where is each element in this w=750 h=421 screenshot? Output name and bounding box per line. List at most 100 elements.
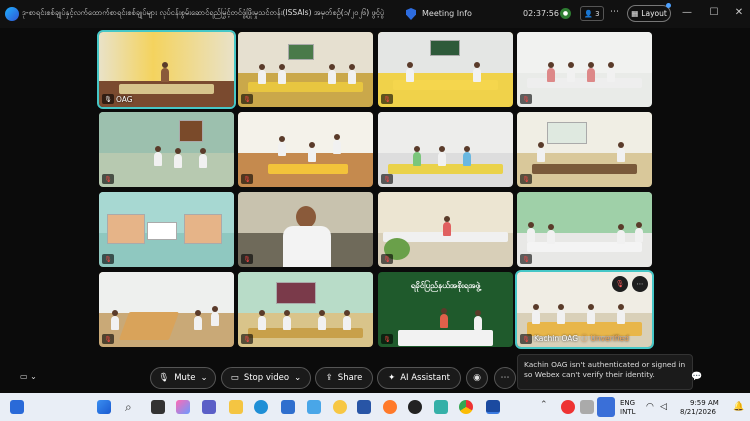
muted-microphone-icon: 🎙 [102, 254, 114, 264]
maximize-button[interactable]: ☐ [707, 7, 721, 18]
tray-icon[interactable] [580, 400, 594, 414]
word-icon[interactable] [357, 400, 371, 414]
minimize-button[interactable]: — [680, 7, 694, 18]
participant-name-row: Kachin OAG ⓘ Unverified [534, 333, 629, 344]
camera-icon: ▭ [230, 373, 239, 383]
video-tile[interactable]: 🎙 [517, 192, 652, 267]
muted-microphone-icon: 🎙 [520, 94, 532, 104]
muted-microphone-icon: 🎙 [241, 254, 253, 264]
video-tile[interactable]: 🎙 [99, 192, 234, 267]
app-icon[interactable] [434, 400, 448, 414]
more-options-icon[interactable]: ⋯ [632, 276, 648, 292]
muted-microphone-icon: 🎙 [520, 254, 532, 264]
volume-icon[interactable]: ◁ [660, 402, 667, 412]
recording-icon[interactable]: ● [560, 8, 571, 19]
title-bar: ဒု-စာရင်းစစ်ချုပ်နှင့်လက်ထောက်စာရင်းစစ်ခ… [0, 0, 750, 28]
chevron-down-icon[interactable]: ⌄ [294, 373, 301, 383]
ai-assistant-button[interactable]: ✦ AI Assistant [377, 367, 461, 389]
taskbar: ⌕ ⌃ ENG INTL ◠ ◁ 9:59 AM 8/21/2026 🔔 [0, 393, 750, 421]
ai-assistant-label: AI Assistant [400, 373, 450, 383]
video-tile[interactable]: 🎙 [378, 192, 513, 267]
meeting-controls: ▭ ⌄ 🎙 Mute ⌄ ▭ Stop video ⌄ ⇪ Share ✦ AI… [0, 363, 750, 393]
muted-microphone-icon: 🎙 [381, 94, 393, 104]
layout-label: Layout [641, 9, 667, 18]
unverified-label: Unverified [590, 334, 629, 343]
language-variant[interactable]: INTL [620, 408, 635, 416]
app-icon[interactable] [333, 400, 347, 414]
video-tile[interactable]: 🎙 [517, 112, 652, 187]
tray-icon[interactable] [561, 400, 575, 414]
muted-microphone-icon: 🎙 [381, 174, 393, 184]
muted-microphone-icon: 🎙 [241, 94, 253, 104]
widgets-icon[interactable] [10, 400, 24, 414]
chat-icon[interactable]: 💬 [691, 372, 702, 382]
webex-logo-icon [5, 7, 19, 21]
meeting-info-button[interactable]: Meeting Info [422, 9, 472, 18]
chrome-icon[interactable] [459, 400, 473, 414]
chevron-down-icon[interactable]: ⌄ [200, 373, 207, 383]
muted-microphone-icon: 🎙 [520, 334, 532, 344]
video-tile[interactable]: 🎙 [517, 32, 652, 107]
firefox-icon[interactable] [383, 400, 397, 414]
share-icon: ⇪ [325, 373, 333, 383]
language-code[interactable]: ENG [620, 399, 635, 407]
muted-microphone-icon: 🎙 [381, 334, 393, 344]
close-button[interactable]: ✕ [732, 7, 746, 18]
microphone-icon: 🎙 [102, 94, 114, 104]
wifi-icon[interactable]: ◠ [646, 402, 654, 412]
ai-assistant-icon: ✦ [388, 373, 396, 383]
participants-count: 3 [595, 9, 600, 18]
more-options-icon[interactable]: ⋯ [610, 7, 619, 17]
notification-dot [666, 3, 671, 8]
app-icon[interactable] [408, 400, 422, 414]
captions-icon[interactable]: ▭ ⌄ [20, 372, 37, 381]
app-icon[interactable] [307, 400, 321, 414]
shield-icon[interactable] [406, 8, 416, 20]
store-icon[interactable] [281, 400, 295, 414]
video-tile[interactable]: 🎙 [238, 192, 373, 267]
video-tile[interactable]: 🎙 [378, 32, 513, 107]
video-tile[interactable]: ရခိုင်ပြည်နယ်အစိုးရအဖွဲ့ 🎙 [378, 272, 513, 347]
reactions-icon[interactable]: ◉ [466, 367, 488, 389]
webex-icon[interactable] [486, 400, 500, 414]
share-button[interactable]: ⇪ Share [315, 367, 373, 389]
video-tile[interactable]: 🎙 [378, 112, 513, 187]
video-tile[interactable]: 🎙 [99, 272, 234, 347]
file-explorer-icon[interactable] [229, 400, 243, 414]
mute-button[interactable]: 🎙 Mute ⌄ [150, 367, 216, 389]
video-tile[interactable]: 🎙 OAG [97, 30, 236, 109]
edge-icon[interactable] [254, 400, 268, 414]
video-tile[interactable]: 🎙 [238, 272, 373, 347]
microphone-icon: 🎙 [158, 373, 170, 383]
participant-name: OAG [116, 95, 133, 104]
microphone-icon[interactable] [597, 397, 615, 417]
start-icon[interactable] [97, 400, 111, 414]
copilot-icon[interactable] [176, 400, 190, 414]
stop-video-button[interactable]: ▭ Stop video ⌄ [221, 367, 311, 389]
meeting-timer: 02:37:56 [523, 9, 559, 18]
people-icon: 👤 [584, 9, 594, 18]
video-tile[interactable]: 🎙 ⋯ 🎙 Kachin OAG ⓘ Unverified [515, 270, 654, 349]
video-tile[interactable]: 🎙 [99, 112, 234, 187]
layout-button[interactable]: ▦ Layout [627, 5, 671, 22]
participants-button[interactable]: 👤 3 [580, 6, 604, 21]
participant-name: Kachin OAG [534, 334, 579, 343]
muted-microphone-icon: 🎙 [381, 254, 393, 264]
clock-date[interactable]: 8/21/2026 [680, 408, 716, 416]
info-icon[interactable]: ⓘ [580, 334, 590, 343]
grid-icon: ▦ [631, 9, 639, 18]
video-tile[interactable]: 🎙 [238, 32, 373, 107]
chevron-up-icon[interactable]: ⌃ [540, 400, 554, 414]
search-icon[interactable]: ⌕ [125, 400, 139, 414]
notification-icon[interactable]: 🔔 [733, 402, 744, 412]
video-tile[interactable]: 🎙 [238, 112, 373, 187]
mute-label: Mute [174, 373, 196, 383]
mute-participant-icon[interactable]: 🎙 [612, 276, 628, 292]
muted-microphone-icon: 🎙 [102, 174, 114, 184]
teams-icon[interactable] [202, 400, 216, 414]
muted-microphone-icon: 🎙 [520, 174, 532, 184]
task-view-icon[interactable] [151, 400, 165, 414]
more-icon[interactable]: ⋯ [494, 367, 516, 389]
clock-time[interactable]: 9:59 AM [690, 399, 719, 407]
stop-video-label: Stop video [243, 373, 290, 383]
